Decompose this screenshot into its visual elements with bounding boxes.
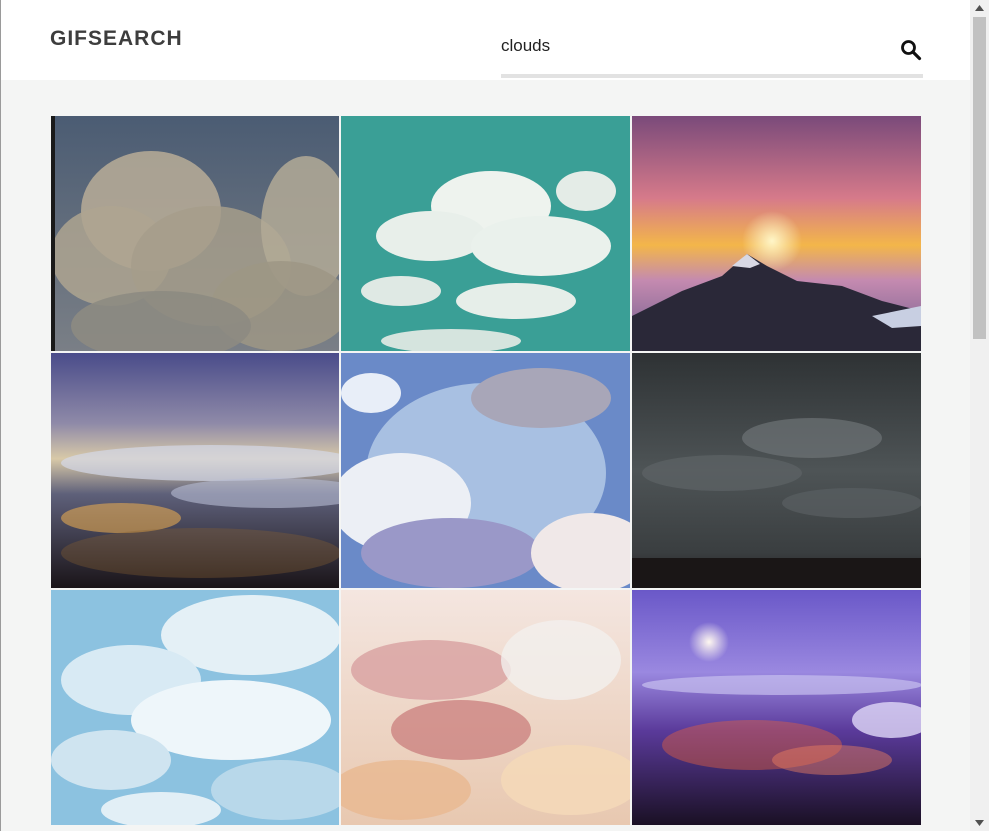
scrollbar-thumb[interactable] bbox=[973, 17, 986, 339]
app-logo[interactable]: GIFSEARCH bbox=[50, 27, 183, 51]
scroll-down-arrow[interactable] bbox=[970, 815, 989, 831]
gif-purple-night-city-moon[interactable] bbox=[632, 590, 921, 825]
gif-fluffy-clouds-light-blue[interactable] bbox=[51, 590, 339, 825]
gif-results-grid bbox=[51, 116, 921, 825]
gif-clouds-teal-sky[interactable] bbox=[341, 116, 630, 351]
gif-anime-clouds-blue[interactable] bbox=[341, 353, 630, 588]
scroll-up-arrow[interactable] bbox=[970, 0, 989, 16]
gif-pink-clouds[interactable] bbox=[341, 590, 630, 825]
gif-cloudy-cumulus-vintage[interactable] bbox=[51, 116, 339, 351]
triangle-up-icon bbox=[975, 5, 984, 11]
search-box bbox=[501, 28, 923, 80]
page-viewport: GIFSEARCH bbox=[1, 0, 970, 831]
gif-storm-clouds-dark[interactable] bbox=[632, 353, 921, 588]
search-button[interactable] bbox=[899, 38, 923, 62]
gif-city-lights-fog[interactable] bbox=[51, 353, 339, 588]
app-header: GIFSEARCH bbox=[1, 0, 970, 80]
search-underline bbox=[501, 74, 923, 78]
search-icon bbox=[901, 40, 922, 61]
vertical-scrollbar[interactable] bbox=[970, 0, 989, 831]
triangle-down-icon bbox=[975, 820, 984, 826]
gif-sunset-mountain[interactable] bbox=[632, 116, 921, 351]
search-input[interactable] bbox=[501, 28, 881, 64]
